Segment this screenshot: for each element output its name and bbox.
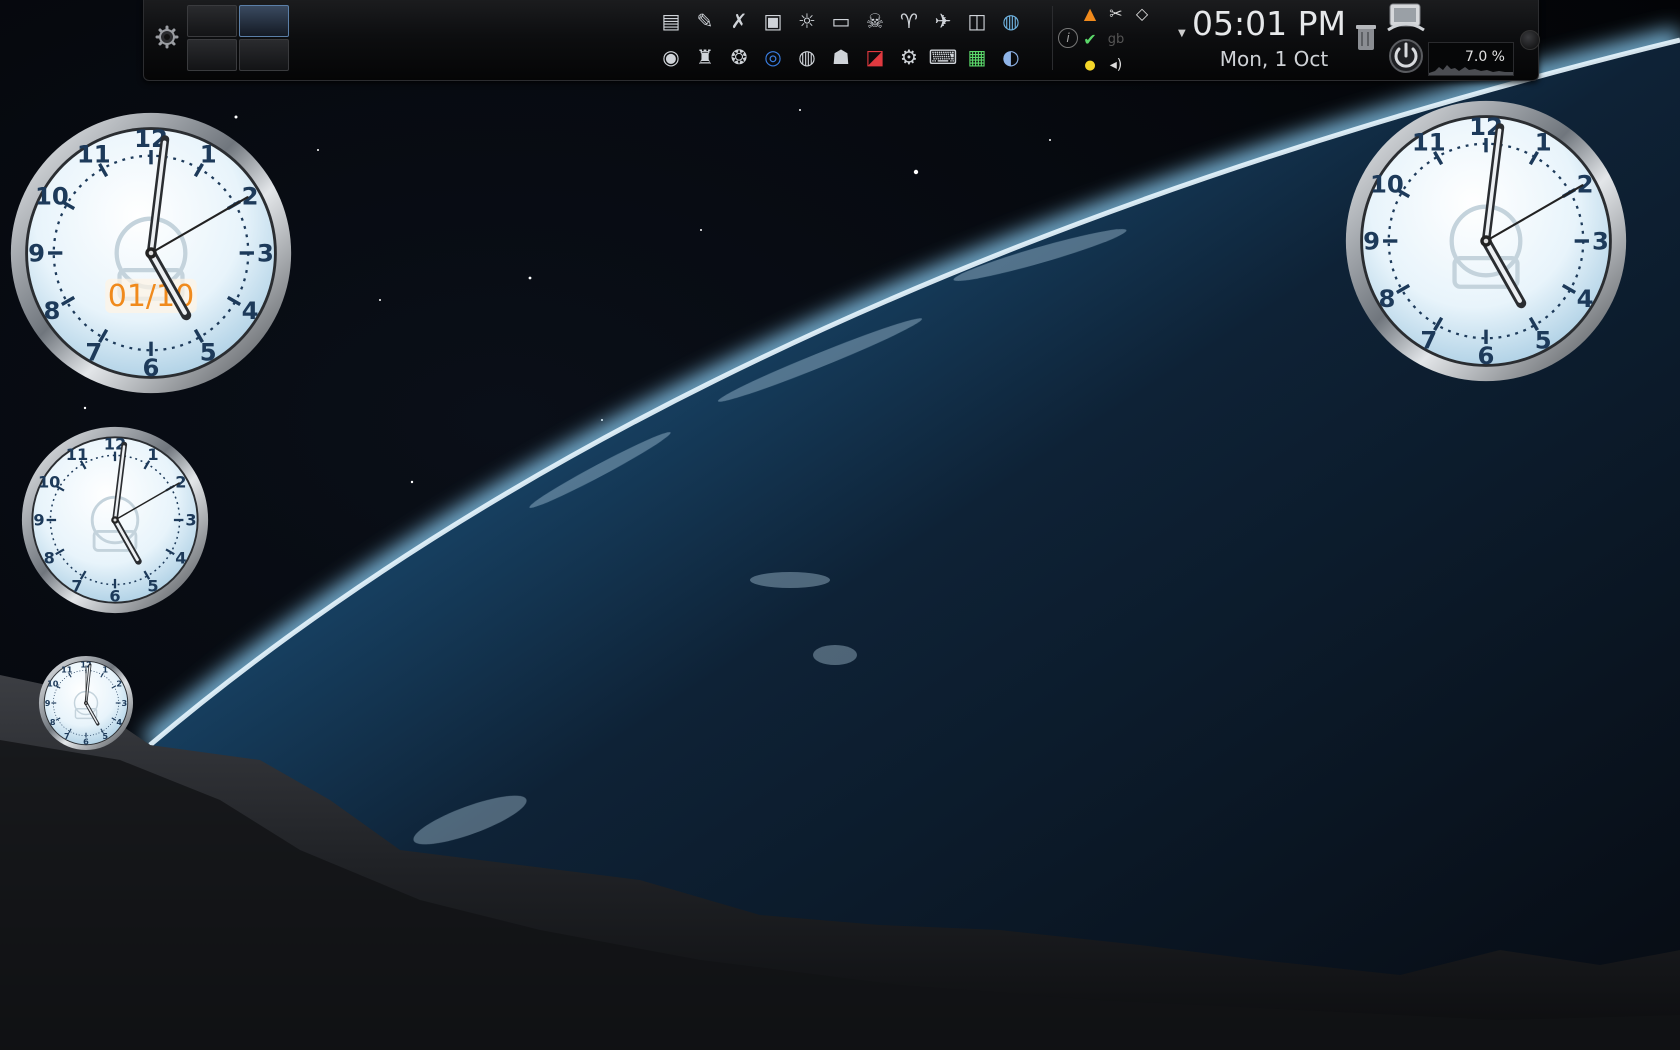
clock-numeral: 11 (1412, 128, 1446, 157)
virtual-desktop-3[interactable] (187, 39, 237, 71)
trash-icon[interactable] (1356, 24, 1376, 52)
satellite-icon[interactable]: ✈ (928, 6, 958, 36)
clock-numeral: 2 (242, 181, 259, 210)
clock-numeral: 3 (257, 239, 274, 268)
clock-numeral: 1 (1535, 128, 1552, 157)
clock-numeral: 7 (1420, 326, 1437, 355)
clock-numeral: 3 (1592, 227, 1609, 256)
window-icon[interactable]: ◫ (962, 6, 992, 36)
panel-clock-date[interactable]: Mon, 1 Oct (1194, 46, 1354, 72)
clock-numeral: 2 (1577, 169, 1594, 198)
helmet-icon[interactable]: ☗ (826, 42, 856, 72)
disc-icon[interactable]: ◉ (656, 42, 686, 72)
clock-numeral: 10 (1370, 169, 1404, 198)
tools-icon[interactable]: ✗ (724, 6, 754, 36)
check-icon[interactable]: ✔ (1079, 28, 1101, 50)
clock-numeral: 1 (147, 445, 158, 464)
panel-scroll-knob[interactable] (1520, 30, 1540, 50)
sun-settings-icon[interactable]: ☼ (792, 6, 822, 36)
clock-numeral: 4 (242, 296, 259, 325)
clock-numeral: 11 (77, 140, 111, 169)
clock-numeral: 4 (1577, 284, 1594, 313)
clock-dropdown-icon[interactable]: ▼ (1178, 28, 1186, 39)
tshirt-icon[interactable]: ♈ (894, 6, 924, 36)
top-panel: ▤ ✎ ✗ ▣ ☼ ▭ ☠ ♈ ✈ ◫ ◍ ◉ ♜ ❂ ◎ ◍ ☗ ◪ ⚙ ⌨ … (143, 0, 1540, 81)
system-tray: ▲ ✂ ◇ ✔ gb ● ◂) (1079, 2, 1179, 76)
typewriter-icon[interactable]: ⌨ (928, 42, 958, 72)
clock-numeral: 10 (35, 181, 69, 210)
clock-numeral: 3 (122, 698, 128, 708)
clock-numeral: 5 (147, 577, 158, 596)
robot-icon[interactable]: ⚙ (894, 42, 924, 72)
clock-numeral: 11 (61, 665, 73, 675)
virtual-desktop-2[interactable] (239, 5, 289, 37)
small-clock-left[interactable]: 12 1 2 3 4 5 6 7 8 9 10 11 (38, 655, 134, 751)
skull-icon[interactable]: ☠ (860, 6, 890, 36)
clock-numeral: 5 (102, 731, 108, 741)
folder-icon[interactable]: ▭ (826, 6, 856, 36)
clock-numeral: 10 (38, 473, 60, 492)
bust-icon[interactable]: ♜ (690, 42, 720, 72)
sun-icon[interactable]: ● (1079, 54, 1101, 76)
volume-icon[interactable]: ◂) (1105, 54, 1127, 76)
clock-numeral: 1 (102, 665, 108, 675)
large-clock-left[interactable]: 12 1 2 3 4 5 6 7 8 9 10 11 01/10 (8, 110, 294, 396)
clock-numeral: 6 (1478, 341, 1495, 370)
clock-numeral: 9 (28, 239, 45, 268)
clock-numeral: 7 (64, 731, 70, 741)
clock-numeral: 8 (50, 717, 56, 727)
clock-numeral: 10 (47, 679, 59, 689)
flag-icon[interactable]: ◪ (860, 42, 890, 72)
clock-numeral: 2 (175, 473, 186, 492)
panel-clock-time[interactable]: 05:01 PM (1189, 2, 1349, 43)
clock-numeral: 5 (1535, 326, 1552, 355)
clock-numeral: 8 (44, 549, 55, 568)
virtual-desktop-pager (186, 4, 290, 72)
clock-numeral: 1 (200, 140, 217, 169)
monitor-icon[interactable]: ▣ (758, 6, 788, 36)
vlc-icon[interactable]: ▲ (1079, 2, 1101, 24)
clock-numeral: 5 (200, 338, 217, 367)
cpu-load-label: 7.0 % (1464, 49, 1505, 65)
virtual-desktop-1[interactable] (187, 5, 237, 37)
clock-numeral: 3 (185, 511, 196, 530)
clock-numeral: 9 (33, 511, 44, 530)
large-clock-right[interactable]: 12 1 2 3 4 5 6 7 8 9 10 11 (1343, 98, 1629, 384)
clock-numeral: 7 (71, 577, 82, 596)
printer-icon[interactable]: ▤ (656, 6, 686, 36)
power-icon[interactable] (1388, 38, 1424, 74)
clock-numeral: 11 (66, 445, 88, 464)
clock-numeral: 6 (83, 736, 89, 746)
clock-numeral: 8 (43, 296, 60, 325)
gb-icon[interactable]: gb (1105, 28, 1127, 50)
clock-numeral: 6 (109, 587, 120, 606)
pencil-icon[interactable]: ✎ (690, 6, 720, 36)
scissors-icon[interactable]: ✂ (1105, 2, 1127, 24)
clock-numeral: 4 (175, 549, 186, 568)
clock-numeral: 9 (45, 698, 51, 708)
eraser-icon[interactable]: ◇ (1131, 2, 1153, 24)
medium-clock-left[interactable]: 12 1 2 3 4 5 6 7 8 9 10 11 (20, 425, 210, 615)
info-icon[interactable]: i (1058, 28, 1078, 48)
panel-separator (1052, 6, 1053, 70)
world-map-icon[interactable]: ◐ (996, 42, 1026, 72)
clock-numeral: 6 (143, 353, 160, 382)
clock-numeral: 9 (1363, 227, 1380, 256)
virtual-desktop-4[interactable] (239, 39, 289, 71)
sysmon-icon[interactable]: ▦ (962, 42, 992, 72)
clock-numeral: 2 (116, 679, 122, 689)
clock-numeral: 8 (1378, 284, 1395, 313)
clock-numeral: 7 (85, 338, 102, 367)
clock-numeral: 4 (116, 717, 122, 727)
mask-icon[interactable]: ❂ (724, 42, 754, 72)
speaker-icon[interactable]: ◍ (792, 42, 822, 72)
panel-settings-gear-icon[interactable] (152, 20, 182, 54)
mc-icon[interactable]: ◎ (758, 42, 788, 72)
cpu-load-monitor[interactable]: 7.0 % (1428, 42, 1514, 76)
network-monitor-icon[interactable] (1386, 0, 1426, 36)
globe-icon[interactable]: ◍ (996, 6, 1026, 36)
